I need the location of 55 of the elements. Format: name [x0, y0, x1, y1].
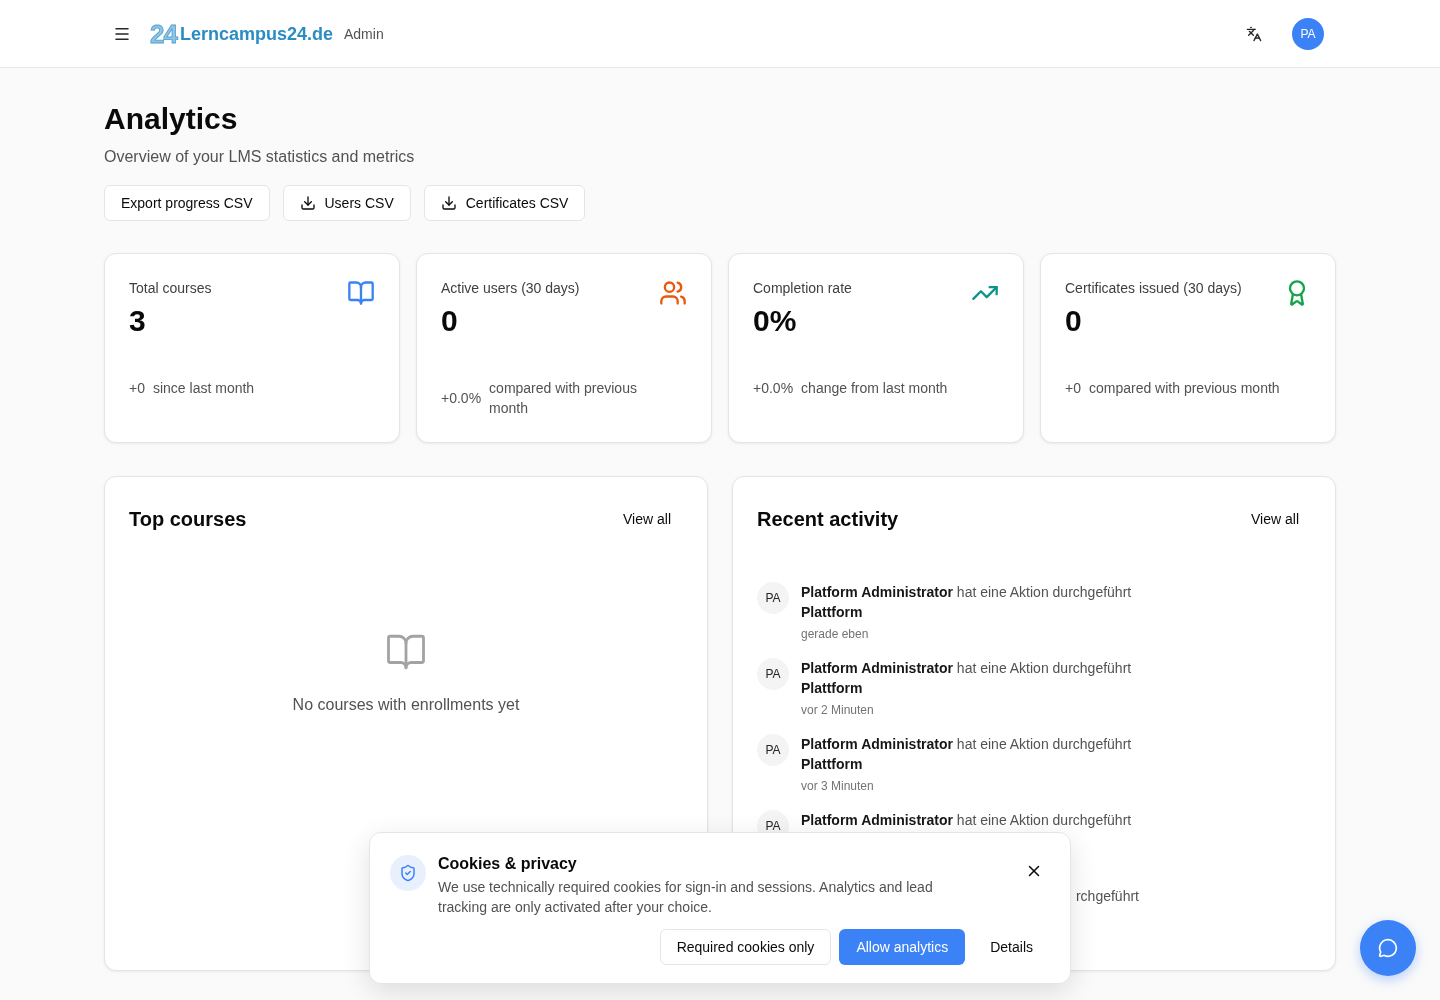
stat-label: Certificates issued (30 days) — [1065, 279, 1242, 298]
page-subtitle: Overview of your LMS statistics and metrics — [104, 147, 416, 167]
stat-description: compared with previous month — [489, 379, 638, 418]
stat-value: 0% — [753, 306, 798, 336]
stat-value: 3 — [129, 306, 147, 336]
details-button[interactable]: Details — [973, 929, 1050, 965]
logo-mark: 24 — [150, 18, 177, 49]
banner-text: We use technically required cookies for sign-in and sessions. Analytics and lead tracking are only activated after your choice. — [438, 878, 934, 917]
admin-label: Admin — [344, 25, 384, 42]
activity-target: Plattform — [801, 755, 863, 774]
export-button[interactable]: Export progress CSV — [104, 185, 270, 221]
activity-time: vor 2 Minuten — [801, 702, 874, 718]
activity-time: gerade eben — [801, 626, 869, 642]
stat-change: +0 — [1065, 379, 1081, 398]
activity-target: Plattform — [801, 679, 863, 698]
activity-target: Plattform — [801, 603, 863, 622]
activity-time: vor 3 Minuten — [801, 778, 874, 794]
stat-description: compared with previous month — [1088, 379, 1280, 398]
banner-title: Cookies & privacy — [438, 854, 578, 874]
stat-change: +0.0% — [441, 389, 482, 408]
stat-description: since last month — [152, 379, 255, 398]
stat-change: +0.0% — [753, 379, 794, 398]
stat-description: change from last month — [801, 379, 948, 398]
activity-text: rchgeführt — [1075, 887, 1139, 906]
user-avatar[interactable]: PA — [1292, 17, 1324, 50]
activity-text: Platform Administrator hat eine Aktion durchgeführt — [801, 735, 1132, 754]
export-button[interactable]: Users CSV — [282, 185, 411, 221]
activity-avatar: PA — [757, 734, 789, 766]
panel-title: Top courses — [129, 507, 247, 532]
view-all-button[interactable]: View all — [611, 501, 683, 537]
stat-label: Completion rate — [753, 279, 852, 298]
download-icon — [440, 195, 457, 211]
page-title: Analytics — [104, 101, 239, 137]
chat-button[interactable] — [1360, 920, 1416, 976]
activity-avatar: PA — [757, 582, 789, 614]
required-cookies-button[interactable]: Required cookies only — [659, 929, 832, 965]
stat-value: 0 — [441, 306, 459, 336]
activity-text: Platform Administrator hat eine Aktion durchgeführt — [801, 659, 1132, 678]
stat-change: +0 — [129, 379, 145, 398]
export-button[interactable]: Certificates CSV — [423, 185, 586, 221]
allow-button[interactable]: Allow analytics — [839, 929, 966, 965]
empty-message: No courses with enrollments yet — [292, 695, 520, 715]
panel-title: Recent activity — [757, 507, 899, 532]
download-icon — [299, 195, 316, 211]
stat-label: Total courses — [129, 279, 212, 298]
translate-icon — [1246, 25, 1262, 42]
logo-text: Lerncampus24.de — [179, 22, 333, 46]
stat-value: 0 — [1065, 306, 1083, 336]
activity-text: Platform Administrator hat eine Aktion durchgeführt — [801, 811, 1132, 830]
shield-check-icon — [390, 855, 426, 891]
activity-text: Platform Administrator hat eine Aktion durchgeführt — [801, 583, 1132, 602]
stat-label: Active users (30 days) — [441, 279, 580, 298]
view-all-button[interactable]: View all — [1239, 501, 1311, 537]
activity-avatar: PA — [757, 658, 789, 690]
chat-icon — [1378, 938, 1398, 958]
